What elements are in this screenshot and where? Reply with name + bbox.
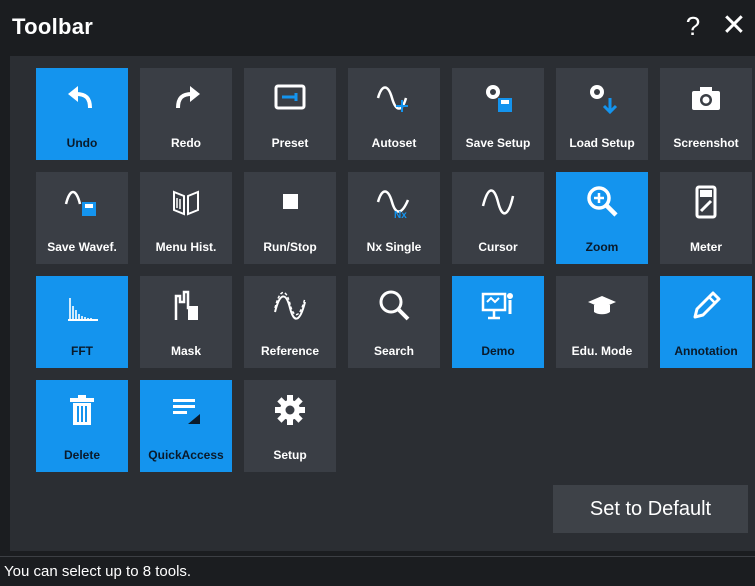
tool-save-setup[interactable]: Save Setup <box>452 68 544 160</box>
tool-run-stop[interactable]: Run/Stop <box>244 172 336 264</box>
pencil-icon <box>693 291 721 319</box>
tool-load-setup[interactable]: Load Setup <box>556 68 648 160</box>
nx-badge: Nx <box>394 210 407 220</box>
mask-icon <box>174 290 198 320</box>
tool-label: Nx Single <box>366 240 422 254</box>
undo-icon <box>68 86 92 109</box>
tool-edu-mode[interactable]: Edu. Mode <box>556 276 648 368</box>
preset-icon <box>274 84 306 110</box>
search-icon <box>379 290 410 321</box>
tool-label: Save Setup <box>465 136 531 150</box>
tool-label: Annotation <box>674 344 738 358</box>
gear-icon <box>275 395 305 425</box>
tool-reference[interactable]: Reference <box>244 276 336 368</box>
title-bar: Toolbar ? ✕ <box>0 0 755 56</box>
tool-label: Save Wavef. <box>47 240 117 254</box>
tool-setup[interactable]: Setup <box>244 380 336 472</box>
tool-label: Zoom <box>585 240 619 254</box>
tool-label: FFT <box>71 344 93 358</box>
autoset-icon <box>376 86 408 112</box>
tool-label: Autoset <box>371 136 417 150</box>
tool-label: Preset <box>271 136 309 150</box>
tool-label: Demo <box>481 344 515 358</box>
redo-icon <box>176 86 200 109</box>
tool-label: Redo <box>171 136 201 150</box>
tool-label: Cursor <box>478 240 518 254</box>
nx-single-icon: Nx <box>376 190 410 220</box>
tool-label: Reference <box>260 344 320 358</box>
tool-zoom[interactable]: Zoom <box>556 172 648 264</box>
load-setup-icon <box>590 85 618 115</box>
reference-icon <box>274 291 306 320</box>
tool-search[interactable]: Search <box>348 276 440 368</box>
status-bar: You can select up to 8 tools. <box>0 556 755 586</box>
menu-history-icon <box>173 190 199 216</box>
tool-label: Setup <box>273 448 307 462</box>
tool-label: QuickAccess <box>148 448 224 462</box>
tool-label: Search <box>373 344 415 358</box>
meter-icon <box>695 185 717 219</box>
stop-icon <box>283 194 298 209</box>
tool-nx-single[interactable]: Nx Nx Single <box>348 172 440 264</box>
tool-annotation[interactable]: Annotation <box>660 276 752 368</box>
tool-label: Undo <box>66 136 98 150</box>
tool-delete[interactable]: Delete <box>36 380 128 472</box>
zoom-icon <box>587 186 618 217</box>
toolbar-panel: Undo Redo Preset Autoset Save Setup Load… <box>10 56 755 551</box>
trash-icon <box>70 395 94 425</box>
tool-quick-access[interactable]: QuickAccess <box>140 380 232 472</box>
tool-label: Menu Hist. <box>155 240 217 254</box>
tool-label: Run/Stop <box>263 240 317 254</box>
tool-screenshot[interactable]: Screenshot <box>660 68 752 160</box>
window-title: Toolbar <box>12 14 94 39</box>
tool-label: Delete <box>63 448 101 462</box>
tool-save-waveform[interactable]: Save Wavef. <box>36 172 128 264</box>
tool-cursor[interactable]: Cursor <box>452 172 544 264</box>
tool-label: Screenshot <box>673 136 739 150</box>
set-to-default-button[interactable]: Set to Default <box>553 485 748 533</box>
tool-label: Edu. Mode <box>571 344 633 358</box>
tool-fft[interactable]: FFT <box>36 276 128 368</box>
tool-demo[interactable]: Demo <box>452 276 544 368</box>
cursor-wave-icon <box>481 189 515 215</box>
education-icon <box>588 296 616 315</box>
tool-mask[interactable]: Mask <box>140 276 232 368</box>
fft-icon <box>68 298 98 321</box>
help-icon[interactable]: ? <box>681 10 705 42</box>
tool-label: Load Setup <box>569 136 635 150</box>
status-message: You can select up to 8 tools. <box>4 563 192 580</box>
save-setup-icon <box>486 85 512 112</box>
camera-icon <box>692 87 720 110</box>
close-icon[interactable]: ✕ <box>718 10 750 42</box>
tool-undo[interactable]: Undo <box>36 68 128 160</box>
tool-menu-history[interactable]: Menu Hist. <box>140 172 232 264</box>
tool-meter[interactable]: Meter <box>660 172 752 264</box>
tool-label: Mask <box>170 344 202 358</box>
tool-redo[interactable]: Redo <box>140 68 232 160</box>
tool-preset[interactable]: Preset <box>244 68 336 160</box>
save-waveform-icon <box>64 190 96 216</box>
quick-access-icon <box>173 399 200 424</box>
tool-label: Meter <box>689 240 722 254</box>
tool-autoset[interactable]: Autoset <box>348 68 440 160</box>
demo-icon <box>481 292 513 320</box>
